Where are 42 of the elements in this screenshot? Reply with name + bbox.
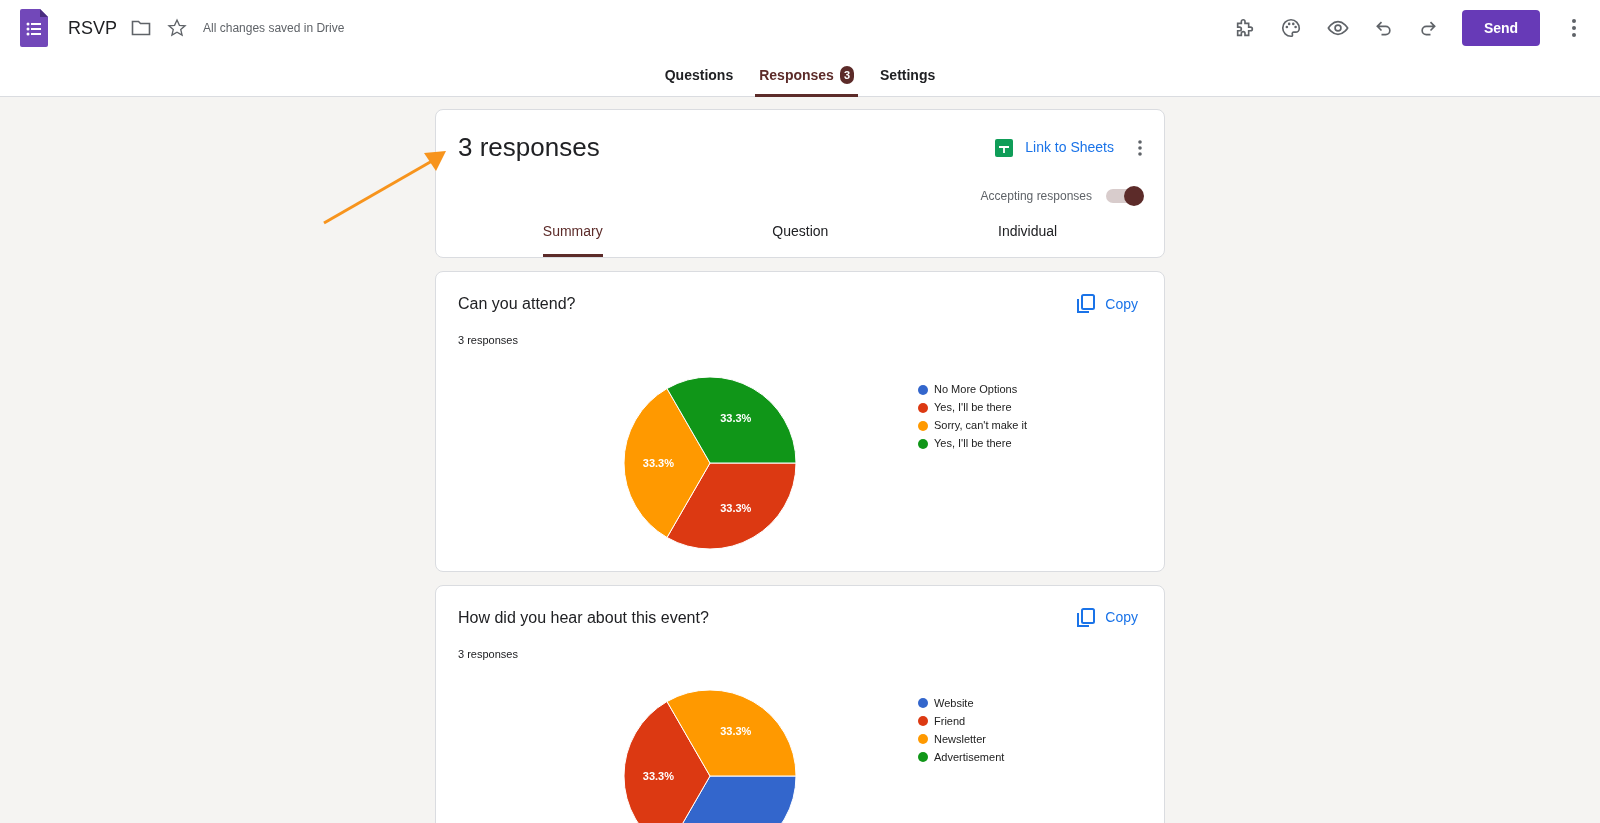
folder-icon[interactable] bbox=[131, 19, 152, 37]
view-tab[interactable]: Summary bbox=[542, 221, 603, 258]
forms-logo-icon[interactable] bbox=[20, 9, 48, 47]
more-menu-icon[interactable] bbox=[1138, 139, 1142, 156]
page-tab[interactable]: Questions bbox=[660, 56, 738, 97]
slice-value-label: 33.3% bbox=[720, 412, 752, 424]
link-to-sheets-link[interactable]: Link to Sheets bbox=[995, 137, 1114, 159]
view-tab[interactable]: Individual bbox=[998, 221, 1058, 258]
accepting-responses-toggle[interactable] bbox=[1106, 189, 1142, 204]
legend-label: Friend bbox=[934, 713, 966, 729]
legend-label: Yes, I'll be there bbox=[934, 400, 1012, 416]
palette-icon[interactable] bbox=[1280, 17, 1302, 39]
slice-value-label: 33.3% bbox=[642, 770, 674, 783]
copy-button[interactable]: Copy bbox=[1077, 293, 1138, 315]
slice-value-label: 33.3% bbox=[720, 725, 752, 738]
copy-icon bbox=[1077, 607, 1096, 628]
puzzle-icon[interactable] bbox=[1234, 17, 1256, 39]
form-title[interactable]: RSVP bbox=[68, 14, 118, 42]
copy-button[interactable]: Copy bbox=[1077, 607, 1138, 629]
star-icon[interactable] bbox=[167, 18, 188, 38]
view-tab[interactable]: Question bbox=[772, 221, 829, 258]
legend-label: Yes, I'll be there bbox=[934, 436, 1012, 452]
responses-heading: 3 responses bbox=[458, 132, 600, 164]
save-status: All changes saved in Drive bbox=[203, 20, 345, 37]
slice-value-label: 33.3% bbox=[642, 456, 674, 469]
legend-label: No More Options bbox=[934, 382, 1018, 398]
accepting-responses-label: Accepting responses bbox=[980, 188, 1092, 206]
page-tab[interactable]: Settings bbox=[876, 56, 940, 97]
slice-value-label: 33.3% bbox=[720, 501, 752, 514]
more-menu-icon[interactable] bbox=[1572, 19, 1576, 37]
legend-label: Newsletter bbox=[934, 731, 986, 747]
legend-label: Advertisement bbox=[934, 749, 1005, 765]
question-title: How did you hear about this event? bbox=[458, 607, 709, 628]
copy-icon bbox=[1077, 294, 1096, 315]
response-count: 3 responses bbox=[458, 333, 519, 349]
legend-label: Sorry, can't make it bbox=[934, 418, 1027, 434]
legend-label: Website bbox=[934, 695, 974, 711]
sheets-icon bbox=[995, 138, 1014, 157]
question-title: Can you attend? bbox=[458, 294, 576, 315]
send-button[interactable]: Send bbox=[1462, 10, 1540, 46]
response-count: 3 responses bbox=[458, 646, 519, 662]
page-tab[interactable]: Responses 3 bbox=[755, 56, 859, 97]
